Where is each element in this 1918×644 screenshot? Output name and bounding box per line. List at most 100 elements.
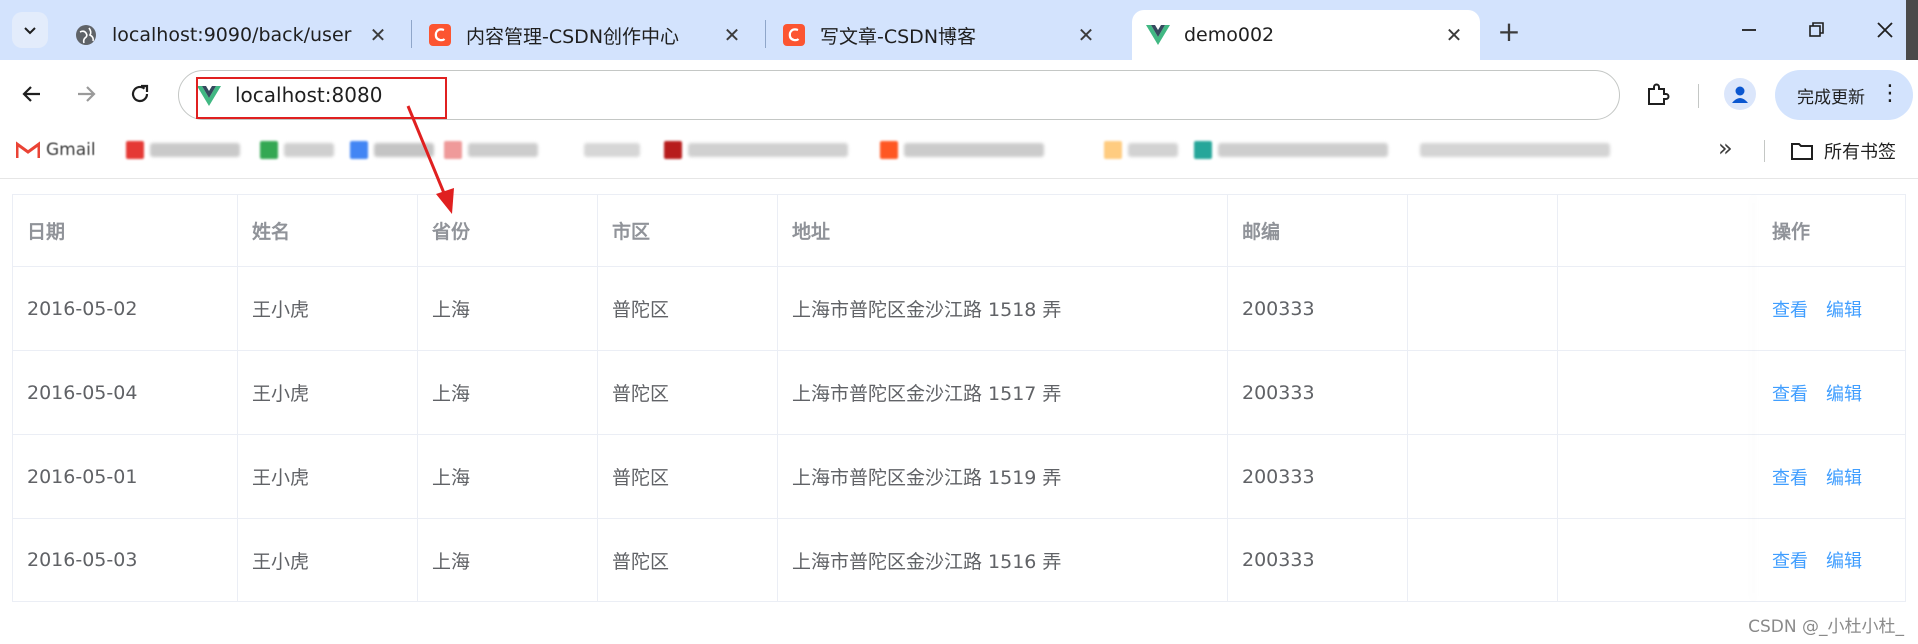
restore-button[interactable] — [1792, 10, 1842, 50]
bookmarks-separator — [1764, 140, 1765, 162]
update-label: 完成更新 — [1797, 87, 1865, 108]
bookmark-item[interactable] — [1104, 138, 1178, 162]
toolbar-divider — [0, 178, 1918, 179]
header-address[interactable]: 地址 — [778, 195, 1228, 266]
bookmark-icon — [260, 141, 278, 159]
edit-link[interactable]: 编辑 — [1826, 464, 1862, 490]
reload-button[interactable] — [122, 76, 158, 112]
tab-search-button[interactable] — [12, 12, 48, 48]
cell-address: 上海市普陀区金沙江路 1517 弄 — [778, 351, 1228, 434]
cell-province: 上海 — [418, 519, 598, 601]
avatar-icon — [1732, 86, 1748, 103]
table-row: 2016-05-04 王小虎 上海 普陀区 上海市普陀区金沙江路 1517 弄 … — [13, 351, 1905, 435]
header-city[interactable]: 市区 — [598, 195, 778, 266]
bookmark-item[interactable] — [444, 138, 538, 162]
view-link[interactable]: 查看 — [1772, 380, 1808, 406]
csdn-icon — [428, 23, 452, 47]
bookmark-icon — [350, 141, 368, 159]
update-button[interactable]: 完成更新 ⋮ — [1775, 70, 1913, 120]
extensions-button[interactable] — [1640, 76, 1676, 112]
more-icon[interactable]: ⋮ — [1879, 82, 1901, 106]
cell-zip: 200333 — [1228, 351, 1408, 434]
all-bookmarks-label: 所有书签 — [1824, 142, 1896, 163]
header-province[interactable]: 省份 — [418, 195, 598, 266]
cell-address: 上海市普陀区金沙江路 1516 弄 — [778, 519, 1228, 601]
watermark: CSDN @_小杜小杜_ — [1748, 617, 1904, 637]
cell-date: 2016-05-02 — [13, 267, 238, 350]
data-table: 日期 姓名 省份 市区 地址 邮编 操作 2016-05-02 王小虎 上海 普… — [12, 194, 1906, 602]
view-link[interactable]: 查看 — [1772, 547, 1808, 573]
header-zip[interactable]: 邮编 — [1228, 195, 1408, 266]
back-button[interactable] — [14, 76, 50, 112]
cell-blank — [1408, 435, 1558, 518]
bookmarks-overflow-button[interactable]: » — [1718, 134, 1733, 162]
tab-strip: localhost:9090/back/user ✕ 内容管理-CSDN创作中心… — [0, 0, 1918, 60]
cell-blank — [1408, 351, 1558, 434]
close-icon[interactable]: ✕ — [366, 23, 390, 47]
cell-address: 上海市普陀区金沙江路 1519 弄 — [778, 435, 1228, 518]
cell-actions: 查看 编辑 — [1758, 267, 1905, 350]
bookmark-item[interactable] — [350, 138, 434, 162]
bookmark-item[interactable] — [1420, 138, 1610, 162]
restore-icon — [1809, 22, 1824, 37]
bookmark-item[interactable] — [584, 138, 640, 162]
bookmark-item[interactable] — [664, 138, 848, 162]
minimize-button[interactable] — [1724, 10, 1774, 50]
chevron-down-icon — [24, 27, 36, 35]
cell-blank — [1408, 267, 1558, 350]
view-link[interactable]: 查看 — [1772, 464, 1808, 490]
view-link[interactable]: 查看 — [1772, 296, 1808, 322]
tab-localhost-9090[interactable]: localhost:9090/back/user ✕ — [60, 10, 404, 60]
tab-demo002[interactable]: demo002 ✕ — [1132, 10, 1480, 60]
cell-name: 王小虎 — [238, 351, 418, 434]
header-date[interactable]: 日期 — [13, 195, 238, 266]
profile-button[interactable] — [1724, 78, 1756, 110]
cell-name: 王小虎 — [238, 519, 418, 601]
header-actions: 操作 — [1772, 221, 1811, 243]
cell-actions: 查看 编辑 — [1758, 435, 1905, 518]
close-icon[interactable]: ✕ — [1442, 23, 1466, 47]
forward-button[interactable] — [68, 76, 104, 112]
url-text: localhost:8080 — [235, 83, 383, 107]
table-row: 2016-05-03 王小虎 上海 普陀区 上海市普陀区金沙江路 1516 弄 … — [13, 519, 1905, 601]
cell-actions: 查看 编辑 — [1758, 351, 1905, 434]
tab-csdn-content[interactable]: 内容管理-CSDN创作中心 ✕ — [414, 10, 758, 60]
browser-toolbar: localhost:8080 完成更新 ⋮ — [0, 60, 1918, 130]
table-row: 2016-05-01 王小虎 上海 普陀区 上海市普陀区金沙江路 1519 弄 … — [13, 435, 1905, 519]
edit-link[interactable]: 编辑 — [1826, 547, 1862, 573]
cell-city: 普陀区 — [598, 351, 778, 434]
cell-date: 2016-05-03 — [13, 519, 238, 601]
tab-csdn-write[interactable]: 写文章-CSDN博客 ✕ — [768, 10, 1112, 60]
all-bookmarks-button[interactable]: 所有书签 — [1790, 138, 1896, 164]
cell-city: 普陀区 — [598, 519, 778, 601]
cell-name: 王小虎 — [238, 435, 418, 518]
edit-link[interactable]: 编辑 — [1826, 380, 1862, 406]
cell-city: 普陀区 — [598, 267, 778, 350]
bookmark-icon — [126, 141, 144, 159]
close-icon[interactable]: ✕ — [720, 23, 744, 47]
close-window-button[interactable] — [1860, 10, 1910, 50]
bookmark-icon — [664, 141, 682, 159]
address-bar[interactable]: localhost:8080 — [178, 70, 1620, 120]
bookmark-icon — [1104, 141, 1122, 159]
cell-province: 上海 — [418, 351, 598, 434]
cell-actions: 查看 编辑 — [1758, 519, 1905, 601]
cell-blank — [1408, 519, 1558, 601]
edit-link[interactable]: 编辑 — [1826, 296, 1862, 322]
bookmark-item[interactable] — [126, 138, 240, 162]
new-tab-button[interactable]: + — [1492, 14, 1526, 48]
table-header-row: 日期 姓名 省份 市区 地址 邮编 操作 — [13, 195, 1905, 267]
cell-name: 王小虎 — [238, 267, 418, 350]
cell-date: 2016-05-01 — [13, 435, 238, 518]
close-icon[interactable]: ✕ — [1074, 23, 1098, 47]
fixed-column-shadow — [1757, 195, 1758, 601]
cell-address: 上海市普陀区金沙江路 1518 弄 — [778, 267, 1228, 350]
header-name[interactable]: 姓名 — [238, 195, 418, 266]
toolbar-separator — [1698, 84, 1699, 108]
bookmark-item[interactable] — [880, 138, 1044, 162]
bookmark-gmail[interactable]: Gmail — [16, 138, 96, 162]
tab-title: localhost:9090/back/user — [112, 24, 352, 46]
bookmark-item[interactable] — [1194, 138, 1388, 162]
close-icon — [1877, 22, 1893, 38]
bookmark-item[interactable] — [260, 138, 334, 162]
